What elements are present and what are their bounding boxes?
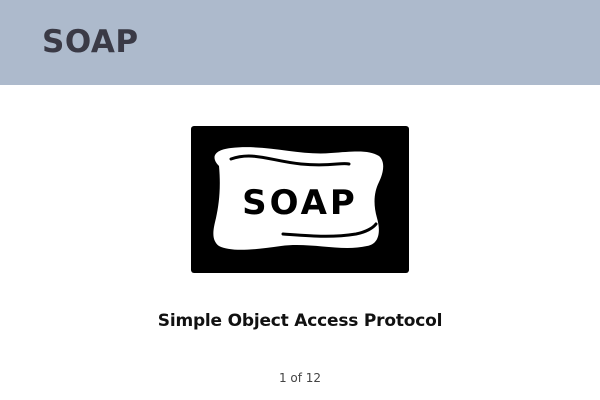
page-title: SOAP (42, 24, 139, 60)
pager-indicator: 1 of 12 (278, 371, 322, 385)
soap-bar-icon: SOAP (213, 147, 384, 250)
soap-logo: SOAP (191, 126, 409, 273)
header-bar: SOAP (0, 0, 600, 85)
logo-label: SOAP (242, 183, 358, 223)
subtitle: Simple Object Access Protocol (157, 311, 443, 331)
